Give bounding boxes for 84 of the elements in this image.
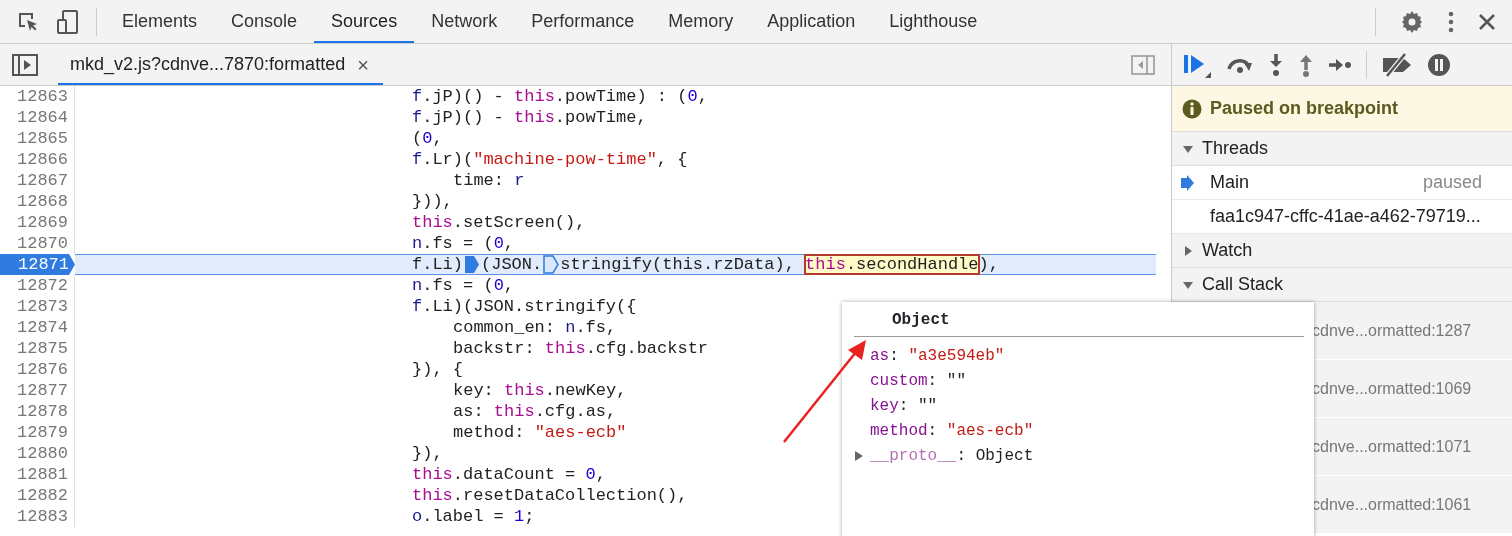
- sidebar-toggle-icon[interactable]: [12, 53, 38, 76]
- section-title[interactable]: Threads: [1202, 135, 1269, 162]
- property-entry[interactable]: as: "a3e594eb": [870, 343, 1005, 368]
- deactivate-breakpoints-icon[interactable]: [1381, 52, 1413, 77]
- expand-arrow-icon[interactable]: [1182, 244, 1194, 257]
- panel-tab[interactable]: Console: [214, 0, 315, 43]
- more-icon[interactable]: [1448, 10, 1454, 33]
- code-line: this.setScreen(),: [412, 212, 586, 233]
- code-text: f.Li): [412, 255, 463, 274]
- code-line: n.fs = (0,: [412, 233, 515, 254]
- code-line: f.Li)(JSON.stringify({: [412, 296, 637, 317]
- property-entry[interactable]: custom: "": [870, 368, 966, 393]
- code-text: ),: [978, 255, 999, 274]
- code-text: (JSON.: [481, 255, 543, 274]
- code-line: f.jP)() - this.powTime) : (0,: [412, 86, 708, 107]
- panel-tab[interactable]: Application: [750, 0, 873, 43]
- panel-tab[interactable]: Network: [414, 0, 515, 43]
- line-number[interactable]: 12874: [0, 317, 75, 338]
- line-number[interactable]: 12863: [0, 86, 75, 107]
- code-line: this.resetDataCollection(),: [412, 485, 688, 506]
- code-line: f.Lr)("machine-pow-time", {: [412, 149, 688, 170]
- code-line: as: this.cfg.as,: [453, 401, 617, 422]
- step-icon[interactable]: [1328, 57, 1352, 72]
- thread-name[interactable]: faa1c947-cffc-41ae-a462-79719...: [1210, 203, 1481, 230]
- panel-tab[interactable]: Elements: [105, 0, 215, 43]
- line-number[interactable]: 12878: [0, 401, 75, 422]
- code-line: method: "aes-ecb": [453, 422, 627, 443]
- property-entry[interactable]: key: "": [870, 393, 938, 418]
- close-icon[interactable]: [1478, 12, 1496, 31]
- step-into-icon[interactable]: [1268, 52, 1284, 77]
- section-title[interactable]: Watch: [1202, 237, 1253, 264]
- line-number[interactable]: 12883: [0, 506, 75, 527]
- pause-icon[interactable]: [1427, 52, 1451, 77]
- code-line: f.jP)() - this.powTime,: [412, 107, 647, 128]
- file-tab-label[interactable]: mkd_v2.js?cdnve...7870:formatted: [70, 51, 346, 78]
- section-header[interactable]: Call Stack: [1172, 268, 1512, 302]
- line-number[interactable]: 12881: [0, 464, 75, 485]
- code-line: o.label = 1;: [412, 506, 535, 527]
- expand-arrow-icon[interactable]: [854, 449, 864, 462]
- line-number[interactable]: 12872: [0, 275, 75, 296]
- status-message: Paused on breakpoint: [1210, 97, 1399, 120]
- line-number[interactable]: 12882: [0, 485, 75, 506]
- code-line: }), {: [412, 359, 463, 380]
- settings-icon[interactable]: [1400, 9, 1424, 34]
- line-number[interactable]: 12875: [0, 338, 75, 359]
- line-number[interactable]: 12880: [0, 443, 75, 464]
- thread-status: paused: [1422, 171, 1482, 194]
- close-button[interactable]: ×: [355, 54, 371, 75]
- popover-title: Object: [854, 302, 1304, 337]
- line-number[interactable]: 12868: [0, 191, 75, 212]
- property-entry[interactable]: method: "aes-ecb": [870, 418, 1034, 443]
- line-number[interactable]: 12867: [0, 170, 75, 191]
- code-line: }),: [412, 443, 443, 464]
- line-number[interactable]: 12864: [0, 107, 75, 128]
- code-line: (0,: [412, 128, 443, 149]
- info-icon: [1182, 98, 1202, 119]
- code-line: this.dataCount = 0,: [412, 464, 606, 485]
- panel-tab[interactable]: Performance: [514, 0, 652, 43]
- code-line: })),: [412, 191, 453, 212]
- code-line: n.fs = (0,: [412, 275, 515, 296]
- device-icon[interactable]: [56, 8, 80, 35]
- line-number[interactable]: 12876: [0, 359, 75, 380]
- line-number[interactable]: 12873: [0, 296, 75, 317]
- thread-name[interactable]: Main: [1210, 169, 1249, 196]
- hover-highlight: this.secondHandle: [805, 255, 979, 274]
- code-line: key: this.newKey,: [453, 380, 627, 401]
- code-line: common_en: n.fs,: [453, 317, 617, 338]
- panel-tab[interactable]: Lighthouse: [872, 0, 995, 43]
- line-number[interactable]: 12866: [0, 149, 75, 170]
- panel-tab[interactable]: Memory: [651, 0, 751, 43]
- code-line: backstr: this.cfg.backstr: [453, 338, 709, 359]
- line-number[interactable]: 12879: [0, 422, 75, 443]
- code-line: time: r: [453, 170, 525, 191]
- line-number[interactable]: 12877: [0, 380, 75, 401]
- panel-tab[interactable]: Sources: [314, 0, 415, 43]
- line-number[interactable]: 12871: [0, 254, 75, 275]
- section-header[interactable]: Threads: [1172, 132, 1512, 166]
- sidebar-toggle-icon[interactable]: [1131, 54, 1155, 75]
- code-text: stringify(this.rzData),: [560, 255, 796, 274]
- line-number[interactable]: 12865: [0, 128, 75, 149]
- line-number[interactable]: 12869: [0, 212, 75, 233]
- section-title[interactable]: Call Stack: [1202, 271, 1284, 298]
- property-entry[interactable]: __proto__: Object: [870, 443, 1034, 468]
- section-header[interactable]: Watch: [1172, 234, 1512, 268]
